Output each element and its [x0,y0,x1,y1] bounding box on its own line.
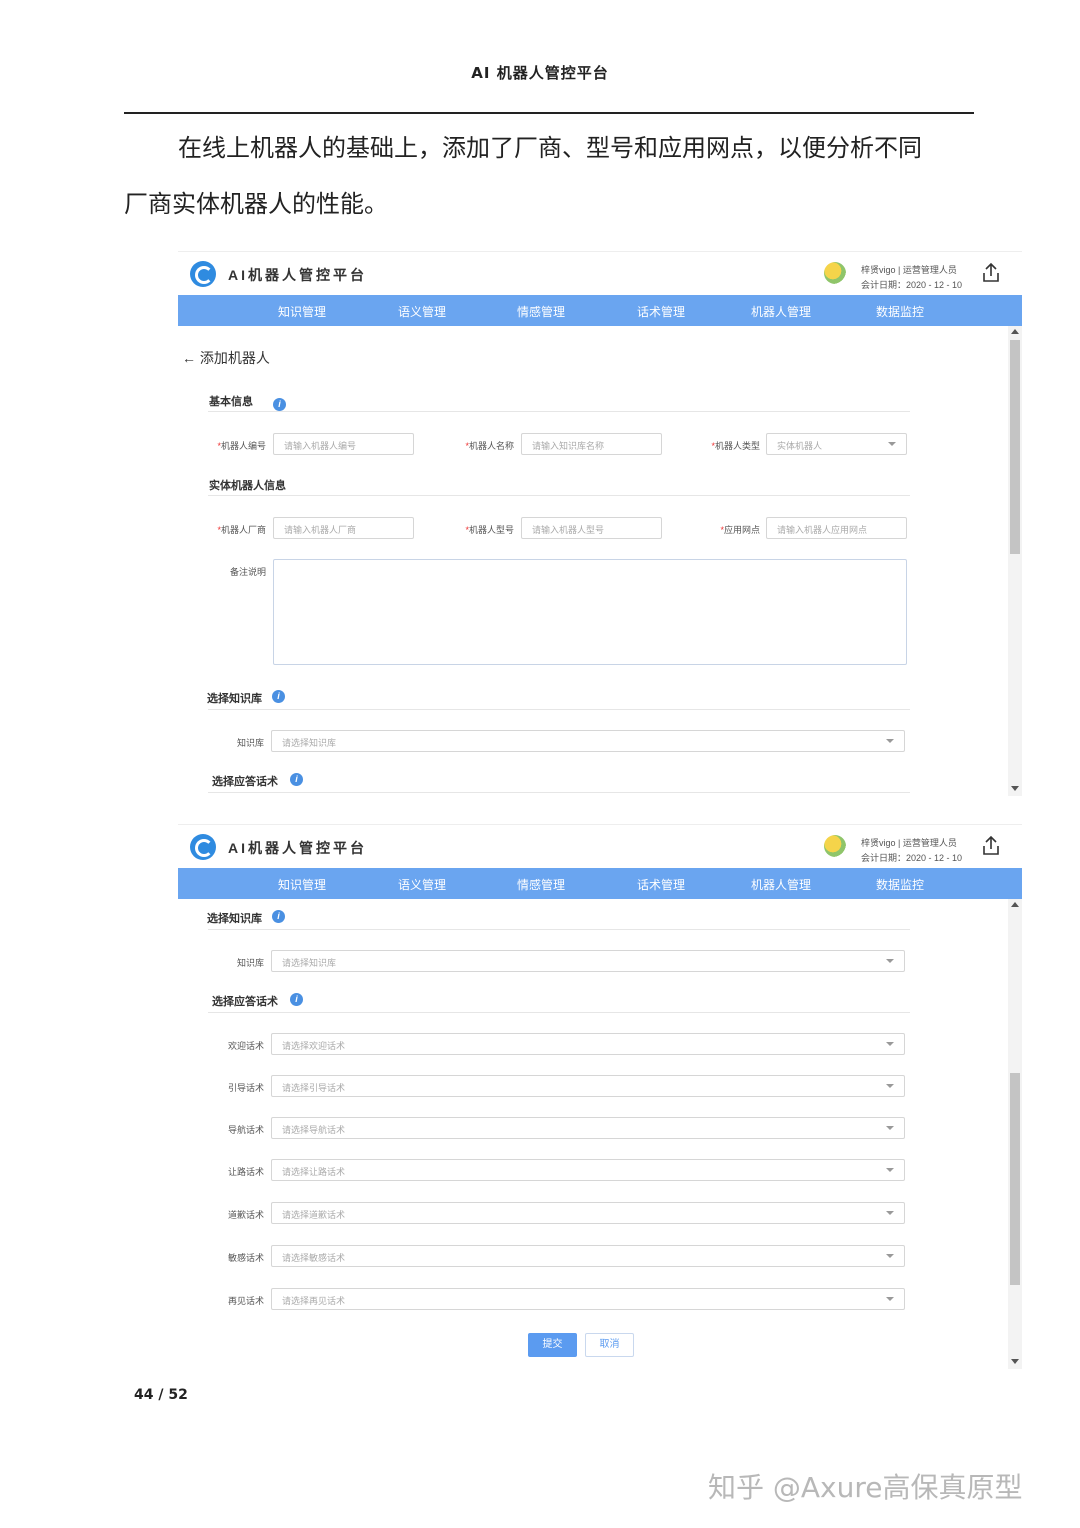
back-link-label: 添加机器人 [199,350,270,366]
app-topbar: AI机器人管控平台 梓贤vigo | 运营管理人员 会计日期：2020 - 12… [178,824,1022,869]
label-robot-no: *机器人编号 [217,441,266,451]
knowledge-base-select[interactable]: 请选择知识库 [271,730,905,752]
section-basic-info: 基本信息 [209,396,253,408]
back-link[interactable]: ← 添加机器人 [182,348,270,368]
section-divider [208,495,910,496]
page-number: 44 / 52 [134,1387,188,1403]
section-divider [208,411,910,412]
scroll-down-icon[interactable] [1011,1359,1019,1364]
goodbye-speech-select[interactable]: 请选择再见话术 [271,1288,905,1310]
sensitive-speech-select[interactable]: 请选择敏感话术 [271,1245,905,1267]
nav-speech[interactable]: 话术管理 [637,303,685,320]
info-icon[interactable]: i [290,993,303,1006]
vendor-input[interactable]: 请输入机器人厂商 [273,517,414,539]
avatar[interactable] [824,835,846,857]
nav-semantic[interactable]: 语义管理 [398,303,446,320]
give-way-speech-select[interactable]: 请选择让路话术 [271,1159,905,1181]
scrollbar[interactable] [1008,326,1022,796]
section-divider [208,709,910,710]
scroll-down-icon[interactable] [1011,786,1019,791]
section-divider [208,792,910,793]
info-icon[interactable]: i [272,910,285,923]
section-knowledge-base: 选择知识库 [207,913,262,925]
submit-button[interactable]: 提交 [528,1333,577,1357]
label-sensitive-speech: 敏感话术 [227,1253,264,1263]
section-divider [208,929,910,930]
header-rule [124,112,974,114]
navigation-speech-select[interactable]: 请选择导航话术 [271,1117,905,1139]
user-info: 梓贤vigo | 运营管理人员 [861,838,957,848]
document-header: AI 机器人管控平台 [471,64,609,82]
guide-speech-select[interactable]: 请选择引导话术 [271,1075,905,1097]
nav-robot[interactable]: 机器人管理 [751,303,811,320]
label-give-way-speech: 让路话术 [227,1167,264,1177]
paragraph-line-2: 厂商实体机器人的性能。 [124,190,388,218]
nav-knowledge[interactable]: 知识管理 [278,303,326,320]
nav-emotion[interactable]: 情感管理 [517,876,565,893]
label-welcome-speech: 欢迎话术 [227,1041,264,1051]
nav-robot[interactable]: 机器人管理 [751,876,811,893]
site-input[interactable]: 请输入机器人应用网点 [766,517,907,539]
watermark: 知乎 @Axure高保真原型 [708,1471,1023,1504]
scrollbar-thumb[interactable] [1010,340,1020,554]
scroll-up-icon[interactable] [1011,902,1019,907]
label-robot-type: *机器人类型 [711,441,760,451]
app-topbar: AI机器人管控平台 梓贤vigo | 运营管理人员 会计日期：2020 - 12… [178,251,1022,296]
section-entity-info: 实体机器人信息 [209,480,286,492]
robot-type-select[interactable]: 实体机器人 [766,433,907,455]
section-knowledge-base: 选择知识库 [207,693,262,705]
document-paragraph: 在线上机器人的基础上，添加了厂商、型号和应用网点，以便分析不同 厂商实体机器人的… [124,120,974,232]
screenshot-add-robot-top: AI机器人管控平台 梓贤vigo | 运营管理人员 会计日期：2020 - 12… [178,251,1022,796]
robot-name-input[interactable]: 请输入知识库名称 [521,433,662,455]
label-vendor: *机器人厂商 [217,525,266,535]
nav-semantic[interactable]: 语义管理 [398,876,446,893]
screenshot-add-robot-bottom: AI机器人管控平台 梓贤vigo | 运营管理人员 会计日期：2020 - 12… [178,824,1022,1369]
user-info: 梓贤vigo | 运营管理人员 [861,265,957,275]
info-icon[interactable]: i [290,773,303,786]
nav-speech[interactable]: 话术管理 [637,876,685,893]
robot-no-input[interactable]: 请输入机器人编号 [273,433,414,455]
nav-monitor[interactable]: 数据监控 [876,876,924,893]
main-nav: 知识管理 语义管理 情感管理 话术管理 机器人管理 数据监控 [178,295,1022,326]
label-apology-speech: 道歉话术 [227,1210,264,1220]
accounting-date: 会计日期：2020 - 12 - 10 [861,853,963,863]
label-goodbye-speech: 再见话术 [227,1296,264,1306]
info-icon[interactable]: i [273,398,286,411]
nav-emotion[interactable]: 情感管理 [517,303,565,320]
accounting-date: 会计日期：2020 - 12 - 10 [861,280,963,290]
scrollbar[interactable] [1008,899,1022,1369]
logo-icon [190,834,216,860]
remark-textarea[interactable] [273,559,907,665]
label-remark: 备注说明 [229,567,266,577]
welcome-speech-select[interactable]: 请选择欢迎话术 [271,1033,905,1055]
main-nav: 知识管理 语义管理 情感管理 话术管理 机器人管理 数据监控 [178,868,1022,899]
scroll-up-icon[interactable] [1011,329,1019,334]
label-knowledge-base: 知识库 [236,738,264,748]
info-icon[interactable]: i [272,690,285,703]
app-brand: AI机器人管控平台 [228,267,367,283]
label-knowledge-base: 知识库 [236,958,264,968]
label-site: *应用网点 [720,525,760,535]
label-robot-name: *机器人名称 [465,441,514,451]
scrollbar-thumb[interactable] [1010,1073,1020,1285]
knowledge-base-select[interactable]: 请选择知识库 [271,950,905,972]
label-guide-speech: 引导话术 [227,1083,264,1093]
paragraph-line-1: 在线上机器人的基础上，添加了厂商、型号和应用网点，以便分析不同 [178,134,922,162]
model-input[interactable]: 请输入机器人型号 [521,517,662,539]
label-navigation-speech: 导航话术 [227,1125,264,1135]
section-divider [208,1012,910,1013]
section-reply-speech: 选择应答话术 [212,996,278,1008]
arrow-left-icon: ← [182,350,196,366]
nav-knowledge[interactable]: 知识管理 [278,876,326,893]
label-model: *机器人型号 [465,525,514,535]
apology-speech-select[interactable]: 请选择道歉话术 [271,1202,905,1224]
logo-icon [190,261,216,287]
cancel-button[interactable]: 取消 [585,1333,634,1357]
avatar[interactable] [824,262,846,284]
share-icon[interactable] [982,835,1000,857]
nav-monitor[interactable]: 数据监控 [876,303,924,320]
share-icon[interactable] [982,262,1000,284]
section-reply-speech: 选择应答话术 [212,776,278,788]
app-brand: AI机器人管控平台 [228,840,367,856]
